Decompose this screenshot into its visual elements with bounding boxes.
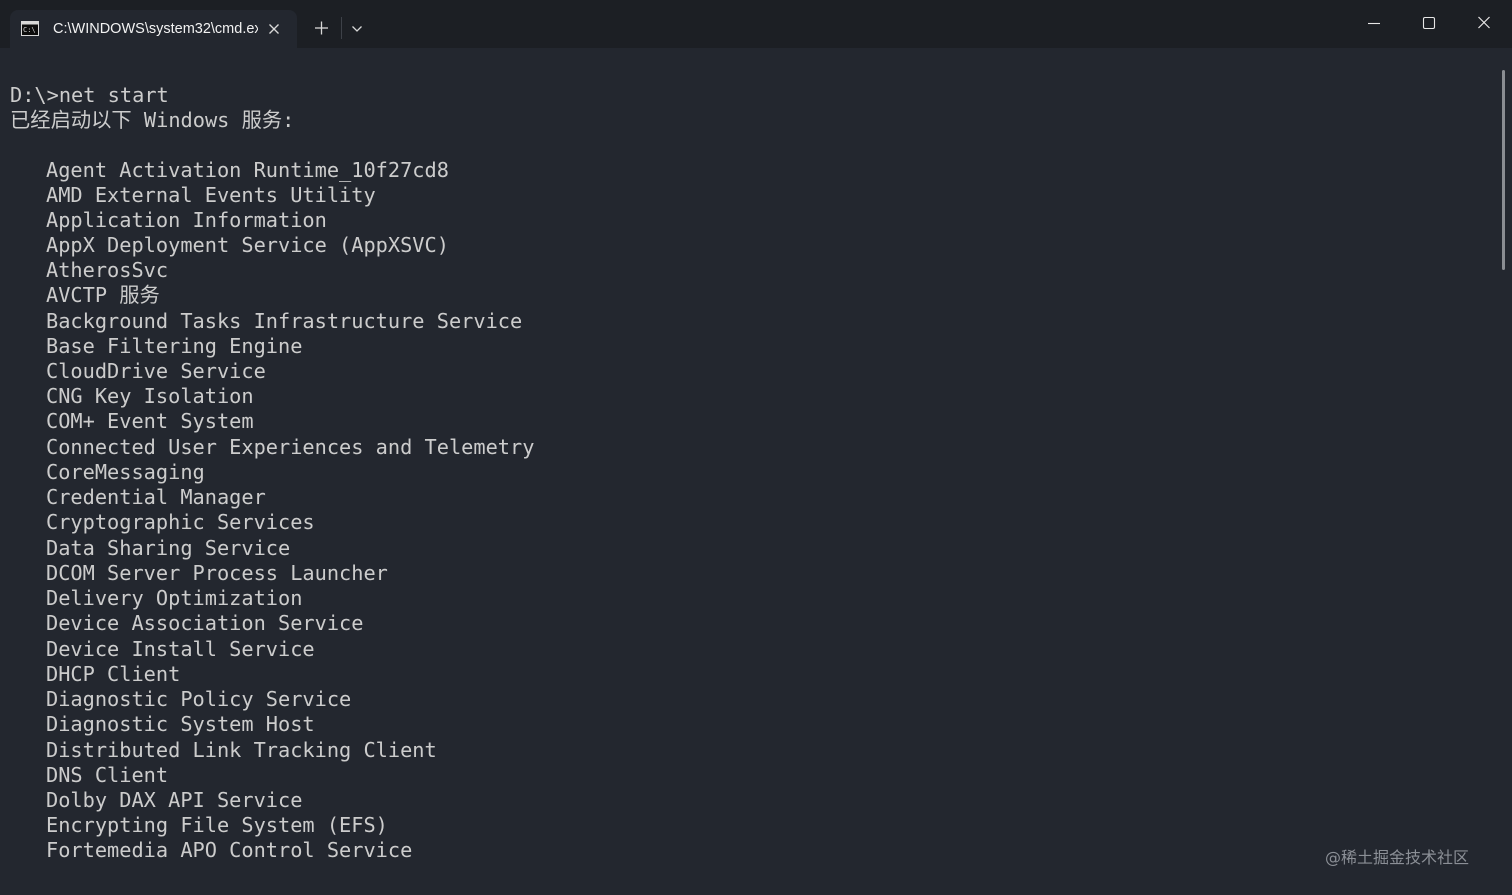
tab-title: C:\WINDOWS\system32\cmd.exe — [53, 21, 258, 37]
tab-cmd[interactable]: C:\ C:\WINDOWS\system32\cmd.exe — [10, 10, 297, 48]
service-item: Device Install Service — [46, 637, 315, 661]
service-item: Application Information — [46, 208, 327, 232]
service-item: Distributed Link Tracking Client — [46, 738, 437, 762]
service-item: Credential Manager — [46, 485, 266, 509]
chevron-down-icon[interactable] — [345, 14, 369, 42]
service-item: Cryptographic Services — [46, 510, 315, 534]
service-item: AVCTP 服务 — [46, 283, 160, 307]
service-item: Delivery Optimization — [46, 586, 303, 610]
console-output[interactable]: D:\>net start 已经启动以下 Windows 服务: Agent A… — [0, 48, 1498, 895]
service-item: Fortemedia APO Control Service — [46, 838, 413, 862]
vertical-scrollbar[interactable] — [1502, 70, 1505, 270]
service-item: Agent Activation Runtime_10f27cd8 — [46, 158, 449, 182]
service-item: DHCP Client — [46, 662, 181, 686]
service-item: Diagnostic Policy Service — [46, 687, 352, 711]
service-item: COM+ Event System — [46, 409, 254, 433]
minimize-icon[interactable] — [1346, 0, 1401, 46]
service-item: AMD External Events Utility — [46, 183, 376, 207]
svg-text:C:\: C:\ — [23, 26, 36, 34]
service-item: AppX Deployment Service (AppXSVC) — [46, 233, 449, 257]
service-item: Device Association Service — [46, 611, 364, 635]
command-prompt-line: D:\>net start — [10, 83, 169, 107]
service-item: DNS Client — [46, 763, 169, 787]
service-item: Base Filtering Engine — [46, 334, 303, 358]
service-item: Connected User Experiences and Telemetry — [46, 435, 535, 459]
watermark: @稀土掘金技术社区 — [1325, 848, 1470, 867]
console-icon: C:\ — [21, 21, 39, 36]
new-tab-plus-icon[interactable] — [306, 12, 336, 42]
tab-close-icon[interactable] — [264, 19, 284, 39]
service-item: Data Sharing Service — [46, 536, 291, 560]
service-item: CloudDrive Service — [46, 359, 266, 383]
service-item: Background Tasks Infrastructure Service — [46, 309, 523, 333]
output-header: 已经启动以下 Windows 服务: — [10, 108, 295, 132]
service-item: DCOM Server Process Launcher — [46, 561, 388, 585]
service-item: Dolby DAX API Service — [46, 788, 303, 812]
service-item: Diagnostic System Host — [46, 712, 315, 736]
service-item: CoreMessaging — [46, 460, 205, 484]
title-bar[interactable]: C:\ C:\WINDOWS\system32\cmd.exe — [0, 0, 1512, 48]
titlebar-divider — [341, 17, 342, 39]
service-item: Encrypting File System (EFS) — [46, 813, 388, 837]
maximize-icon[interactable] — [1401, 0, 1456, 46]
close-window-icon[interactable] — [1457, 0, 1512, 46]
terminal-window: C:\ C:\WINDOWS\system32\cmd.exe D:\>net … — [0, 0, 1512, 895]
service-item: CNG Key Isolation — [46, 384, 254, 408]
service-item: AtherosSvc — [46, 258, 169, 282]
